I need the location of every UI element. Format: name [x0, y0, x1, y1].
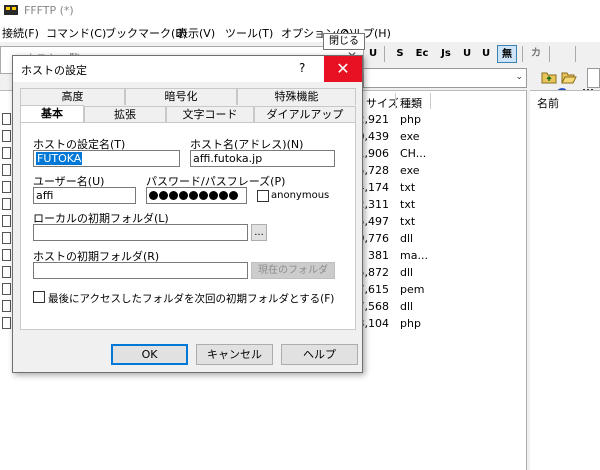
toolbar-u-button[interactable]: U [366, 45, 380, 63]
file-type: CH... [400, 147, 427, 160]
host-settings-dialog: ホストの設定 ? ✕ 高度 暗号化 特殊機能 基本 拡張 文字コード ダイアルア… [12, 55, 363, 373]
file-icon [2, 147, 11, 159]
file-type: exe [400, 130, 420, 143]
host-setting-name-value: FUTOKA [36, 152, 83, 165]
password-dot [209, 191, 218, 200]
help-button[interactable]: ヘルプ [281, 344, 358, 365]
local-path-combo[interactable]: ⌄ [363, 68, 527, 88]
anonymous-checkbox[interactable] [257, 190, 269, 202]
file-icon [2, 130, 11, 142]
tab-encryption[interactable]: 暗号化 [125, 88, 237, 105]
column-divider[interactable] [430, 93, 431, 109]
username-input[interactable]: affi [33, 187, 136, 204]
dialog-titlebar: ホストの設定 ? ✕ [13, 56, 362, 82]
tab-advanced[interactable]: 高度 [20, 88, 125, 105]
dialog-help-icon[interactable]: ? [299, 61, 305, 75]
remote-path-toolbar [531, 68, 600, 88]
file-icon [2, 113, 11, 125]
close-tooltip: 閉じる [323, 33, 365, 50]
app-titlebar: FFFTP (*) [0, 0, 600, 22]
password-dot [159, 191, 168, 200]
toolbar-none-button[interactable]: 無 [497, 45, 517, 63]
file-type: txt [400, 198, 416, 211]
column-divider[interactable] [395, 93, 396, 109]
toolbar-utf8-button[interactable]: U [459, 45, 475, 63]
toolbar-jis-button[interactable]: Js [437, 45, 455, 63]
password-dot [149, 191, 158, 200]
toolbar-separator [522, 46, 523, 62]
chevron-down-icon: ⌄ [515, 72, 523, 82]
column-header-size[interactable]: サイズ [366, 95, 399, 111]
host-setting-name-input[interactable]: FUTOKA [33, 150, 180, 167]
local-folder-input[interactable] [33, 224, 248, 241]
file-icon [2, 249, 11, 261]
file-icon [2, 232, 11, 244]
folder-open-icon[interactable] [561, 70, 577, 84]
file-type: php [400, 317, 421, 330]
current-folder-button[interactable]: 現在のフォルダ [251, 262, 335, 279]
remote-path-combo[interactable] [587, 68, 600, 88]
file-type: pem [400, 283, 425, 296]
file-icon [2, 164, 11, 176]
tab-charcode[interactable]: 文字コード [166, 106, 254, 123]
file-type: php [400, 113, 421, 126]
file-icon [2, 266, 11, 278]
menu-command[interactable]: コマンド(C) [46, 25, 106, 41]
cancel-button[interactable]: キャンセル [196, 344, 273, 365]
file-icon [2, 317, 11, 329]
toolbar-euc-button[interactable]: Ec [413, 45, 431, 63]
toolbar-separator [384, 46, 385, 62]
file-icon [2, 198, 11, 210]
tab-special[interactable]: 特殊機能 [237, 88, 356, 105]
column-header-name[interactable]: 名前 [537, 95, 559, 111]
tab-extended[interactable]: 拡張 [84, 106, 166, 123]
host-name-input[interactable]: affi.futoka.jp [190, 150, 335, 167]
file-icon [2, 181, 11, 193]
file-icon [2, 300, 11, 312]
menu-connect[interactable]: 接続(F) [2, 25, 39, 41]
password-input[interactable] [146, 187, 247, 204]
password-dot [189, 191, 198, 200]
file-icon [2, 283, 11, 295]
file-type: dll [400, 232, 414, 245]
menubar: 接続(F) コマンド(C) ブックマーク(B) 表示(V) ツール(T) オプシ… [0, 22, 600, 42]
ok-button[interactable]: OK [111, 344, 188, 365]
file-type: dll [400, 300, 414, 313]
dialog-close-icon[interactable]: ✕ [324, 56, 362, 82]
dialog-title: ホストの設定 [21, 64, 87, 77]
toolbar-separator [549, 46, 550, 62]
file-icon [2, 215, 11, 227]
toolbar-kana-button[interactable]: カ [528, 45, 544, 63]
last-folder-label: 最後にアクセスしたフォルダを次回の初期フォルダとする(F) [48, 293, 335, 305]
password-dot [219, 191, 228, 200]
column-header-type[interactable]: 種類 [400, 95, 422, 111]
browse-local-folder-button[interactable]: ... [251, 224, 267, 241]
anonymous-label: anonymous [271, 190, 330, 201]
file-type: txt [400, 181, 416, 194]
toolbar-utf8n-button[interactable]: U [478, 45, 494, 63]
file-type: exe [400, 164, 420, 177]
password-dot [229, 191, 238, 200]
password-dot [199, 191, 208, 200]
menu-tool[interactable]: ツール(T) [225, 25, 273, 41]
menu-view[interactable]: 表示(V) [177, 25, 215, 41]
file-type: dll [400, 266, 414, 279]
toolbar-separator [575, 46, 576, 62]
file-type: txt [400, 215, 416, 228]
remote-file-list[interactable]: 名前 [530, 90, 600, 470]
password-dot [169, 191, 178, 200]
file-size: 381 [368, 249, 389, 262]
last-folder-checkbox[interactable] [33, 291, 45, 303]
tab-dialup[interactable]: ダイアルアップ [254, 106, 356, 123]
host-folder-input[interactable] [33, 262, 248, 279]
password-dot [179, 191, 188, 200]
file-type: ma... [400, 249, 428, 262]
menu-bookmark[interactable]: ブックマーク(B) [105, 25, 187, 41]
folder-up-icon[interactable] [541, 70, 557, 84]
app-title: FFFTP (*) [24, 4, 74, 17]
ffftp-logo-icon [4, 5, 18, 15]
toolbar-s-button[interactable]: S [393, 45, 407, 63]
